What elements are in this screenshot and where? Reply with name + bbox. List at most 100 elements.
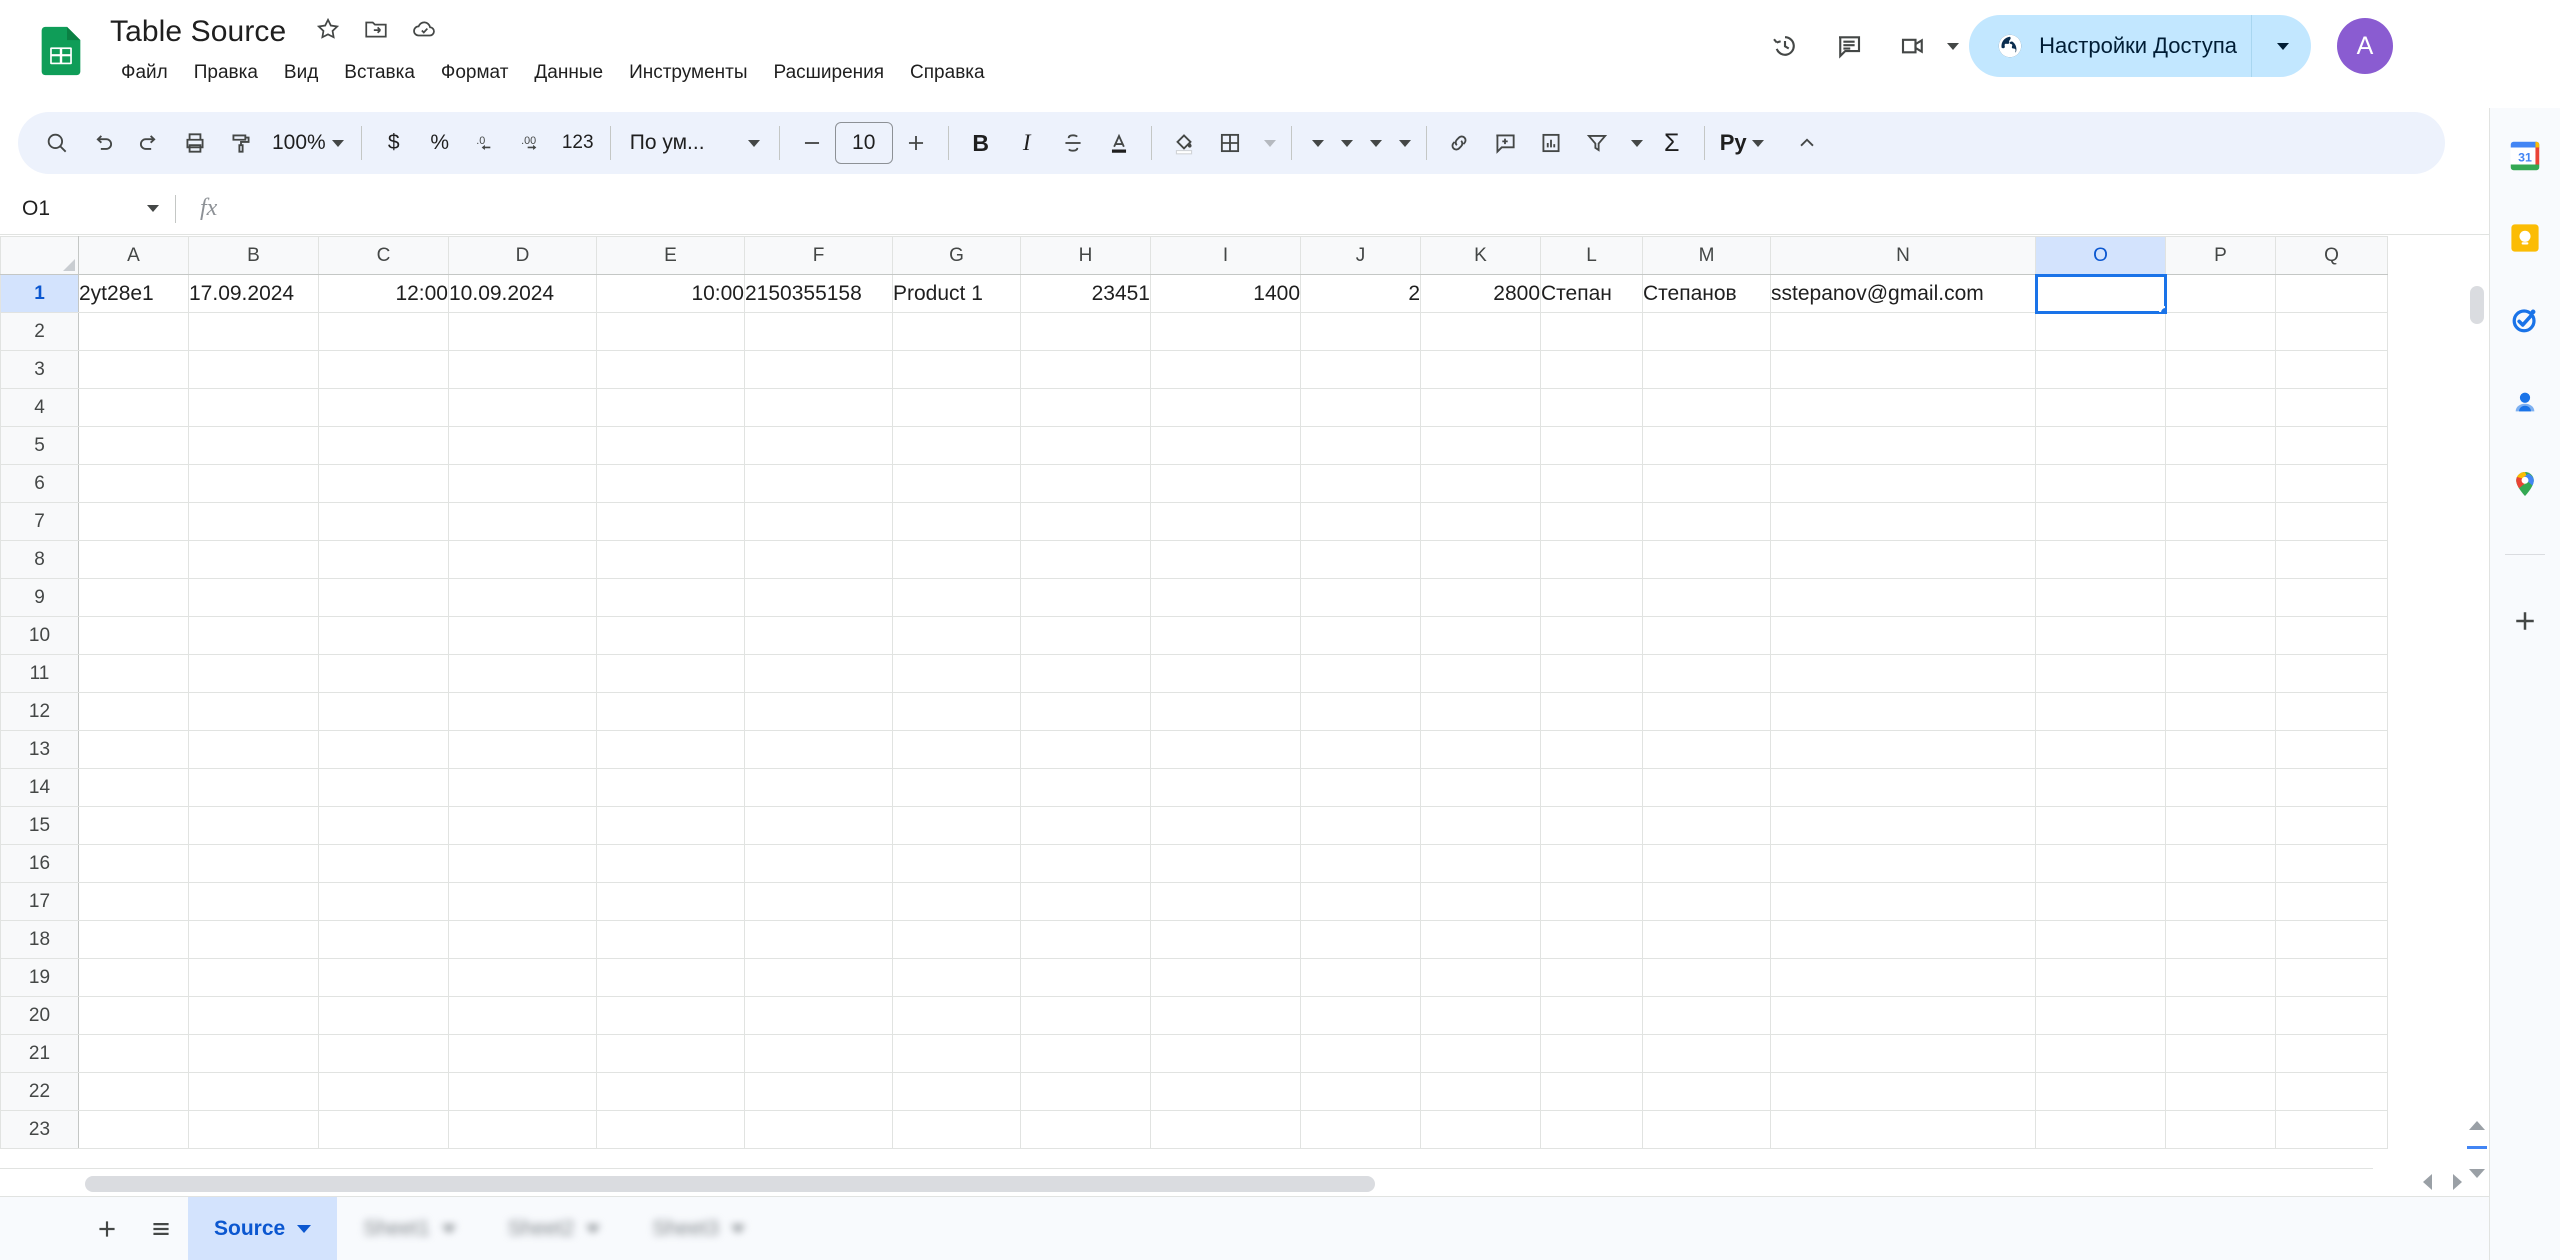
cell-c12[interactable] <box>318 692 449 731</box>
scroll-left-button[interactable] <box>2412 1168 2442 1196</box>
menu-insert[interactable]: Вставка <box>331 56 428 90</box>
cell-q17[interactable] <box>2275 882 2388 921</box>
cell-a20[interactable] <box>78 996 189 1035</box>
cell-j16[interactable] <box>1300 844 1421 883</box>
cell-b20[interactable] <box>188 996 319 1035</box>
cell-o5[interactable] <box>2035 426 2166 465</box>
cell-k8[interactable] <box>1420 540 1541 579</box>
cell-i9[interactable] <box>1150 578 1301 617</box>
cell-p20[interactable] <box>2165 996 2276 1035</box>
cell-f11[interactable] <box>744 654 893 693</box>
cell-o11[interactable] <box>2035 654 2166 693</box>
cell-l3[interactable] <box>1540 350 1643 389</box>
cell-c11[interactable] <box>318 654 449 693</box>
cell-g9[interactable] <box>892 578 1021 617</box>
cell-n14[interactable] <box>1770 768 2036 807</box>
menu-tools[interactable]: Инструменты <box>616 56 760 90</box>
cell-g12[interactable] <box>892 692 1021 731</box>
meet-chevron-down-icon[interactable] <box>1947 42 1960 50</box>
cell-d1[interactable]: 10.09.2024 <box>448 274 597 313</box>
cell-f10[interactable] <box>744 616 893 655</box>
cell-g14[interactable] <box>892 768 1021 807</box>
cell-n5[interactable] <box>1770 426 2036 465</box>
cell-b17[interactable] <box>188 882 319 921</box>
cell-e5[interactable] <box>596 426 745 465</box>
vertical-scroll-thumb[interactable] <box>2470 286 2484 324</box>
cell-l1[interactable]: Степан <box>1540 274 1643 313</box>
cell-n4[interactable] <box>1770 388 2036 427</box>
cell-d22[interactable] <box>448 1072 597 1111</box>
cell-n6[interactable] <box>1770 464 2036 503</box>
cell-c5[interactable] <box>318 426 449 465</box>
cell-c23[interactable] <box>318 1110 449 1149</box>
cell-p14[interactable] <box>2165 768 2276 807</box>
cell-a2[interactable] <box>78 312 189 351</box>
cell-e13[interactable] <box>596 730 745 769</box>
cell-p3[interactable] <box>2165 350 2276 389</box>
cell-a16[interactable] <box>78 844 189 883</box>
cell-i15[interactable] <box>1150 806 1301 845</box>
cell-e21[interactable] <box>596 1034 745 1073</box>
cell-e9[interactable] <box>596 578 745 617</box>
cell-k20[interactable] <box>1420 996 1541 1035</box>
cell-n19[interactable] <box>1770 958 2036 997</box>
cell-d10[interactable] <box>448 616 597 655</box>
cell-i6[interactable] <box>1150 464 1301 503</box>
cell-k10[interactable] <box>1420 616 1541 655</box>
cell-i7[interactable] <box>1150 502 1301 541</box>
cell-a17[interactable] <box>78 882 189 921</box>
cell-q18[interactable] <box>2275 920 2388 959</box>
cell-e14[interactable] <box>596 768 745 807</box>
bold-button[interactable]: B <box>958 120 1004 166</box>
cell-n7[interactable] <box>1770 502 2036 541</box>
cell-i1[interactable]: 1400 <box>1150 274 1301 313</box>
version-history-icon[interactable] <box>1753 14 1817 78</box>
cell-p12[interactable] <box>2165 692 2276 731</box>
cell-c16[interactable] <box>318 844 449 883</box>
cell-f2[interactable] <box>744 312 893 351</box>
font-size-input[interactable]: 10 <box>834 122 893 164</box>
cell-q5[interactable] <box>2275 426 2388 465</box>
row-header-10[interactable]: 10 <box>0 616 79 655</box>
google-keep-icon[interactable] <box>2503 216 2547 260</box>
cell-o16[interactable] <box>2035 844 2166 883</box>
cell-a9[interactable] <box>78 578 189 617</box>
cell-e15[interactable] <box>596 806 745 845</box>
fill-color-button[interactable] <box>1161 120 1207 166</box>
meet-button-group[interactable] <box>1881 14 1960 78</box>
cell-h13[interactable] <box>1020 730 1151 769</box>
cell-h5[interactable] <box>1020 426 1151 465</box>
cell-j13[interactable] <box>1300 730 1421 769</box>
cell-g16[interactable] <box>892 844 1021 883</box>
column-header-c[interactable]: C <box>318 236 449 275</box>
cell-i13[interactable] <box>1150 730 1301 769</box>
cell-d6[interactable] <box>448 464 597 503</box>
cell-k2[interactable] <box>1420 312 1541 351</box>
cell-b4[interactable] <box>188 388 319 427</box>
star-icon[interactable] <box>315 16 341 42</box>
cell-c8[interactable] <box>318 540 449 579</box>
cell-e23[interactable] <box>596 1110 745 1149</box>
cell-n22[interactable] <box>1770 1072 2036 1111</box>
cell-m23[interactable] <box>1642 1110 1771 1149</box>
cell-i4[interactable] <box>1150 388 1301 427</box>
cell-a6[interactable] <box>78 464 189 503</box>
cell-m2[interactable] <box>1642 312 1771 351</box>
cell-j23[interactable] <box>1300 1110 1421 1149</box>
cell-m11[interactable] <box>1642 654 1771 693</box>
decrease-decimal-button[interactable]: .0 <box>463 120 509 166</box>
cell-n10[interactable] <box>1770 616 2036 655</box>
cell-n21[interactable] <box>1770 1034 2036 1073</box>
cell-p1[interactable] <box>2165 274 2276 313</box>
cell-g10[interactable] <box>892 616 1021 655</box>
cell-k19[interactable] <box>1420 958 1541 997</box>
column-header-j[interactable]: J <box>1300 236 1421 275</box>
cell-m7[interactable] <box>1642 502 1771 541</box>
cell-p22[interactable] <box>2165 1072 2276 1111</box>
cell-h3[interactable] <box>1020 350 1151 389</box>
cell-j11[interactable] <box>1300 654 1421 693</box>
cell-o8[interactable] <box>2035 540 2166 579</box>
cell-b15[interactable] <box>188 806 319 845</box>
cell-b13[interactable] <box>188 730 319 769</box>
increase-font-size-button[interactable] <box>893 120 939 166</box>
